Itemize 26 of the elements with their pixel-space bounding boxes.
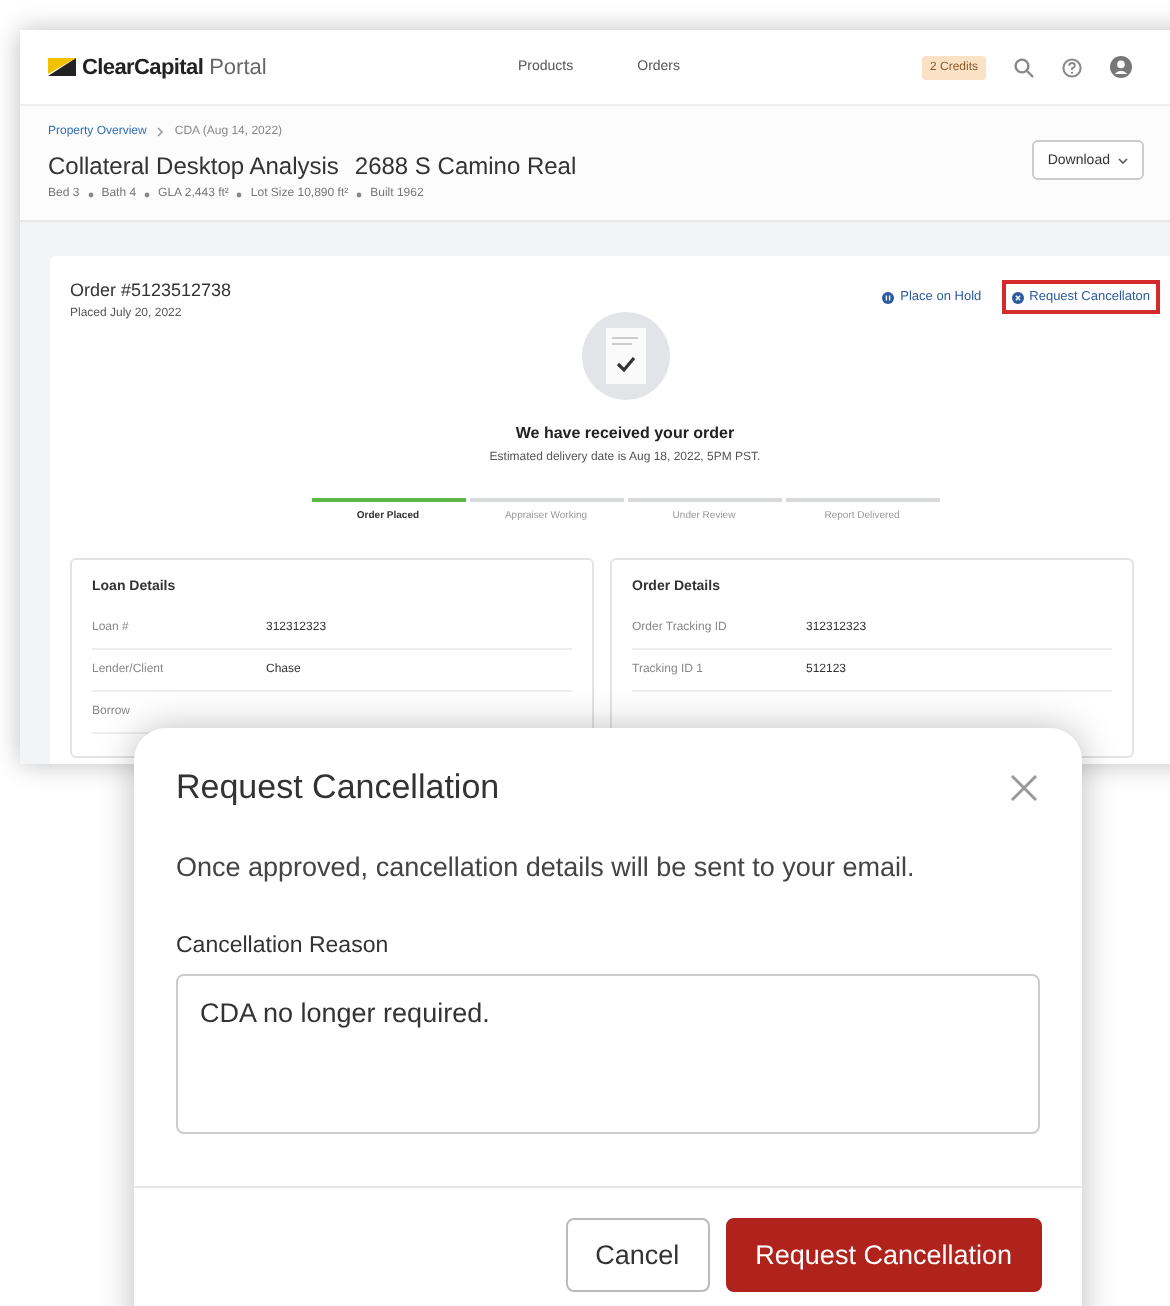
- caret-icon: [1118, 157, 1128, 163]
- request-cancellation-button[interactable]: Request Cancellation: [725, 1218, 1042, 1292]
- brand-suffix: Portal: [209, 55, 267, 79]
- bullet-dot: [144, 191, 151, 197]
- reason-field[interactable]: CDA no longer required.: [176, 974, 1040, 1134]
- dialog-title: Request Cancellation: [176, 768, 500, 808]
- search-icon[interactable]: [1014, 57, 1034, 77]
- field-label: Cancellation Reason: [176, 934, 391, 958]
- help-icon[interactable]: [1062, 57, 1082, 77]
- brand-name: ClearCapital: [82, 55, 204, 79]
- property-address: 2688 S Camino Real: [354, 152, 577, 180]
- pause-icon: [882, 291, 895, 303]
- dialog-message: Once approved, cancellation details will be sent to your email.: [176, 852, 917, 882]
- bullet-dot: [236, 191, 243, 197]
- close-button[interactable]: [1008, 772, 1040, 804]
- cancel-button[interactable]: Cancel: [565, 1218, 710, 1292]
- status-title: We have received your order: [515, 424, 735, 442]
- logo-icon: [48, 58, 76, 76]
- page-title: Collateral Desktop Analysis: [48, 152, 339, 180]
- cancel-icon: [1011, 291, 1024, 303]
- document-check-icon: [581, 312, 669, 400]
- user-icon[interactable]: [1110, 56, 1132, 78]
- order-number: Order #5123512738: [70, 280, 232, 300]
- bullet-dot: [87, 191, 94, 197]
- bullet-dot: [356, 191, 363, 197]
- chevron-icon: [156, 126, 165, 138]
